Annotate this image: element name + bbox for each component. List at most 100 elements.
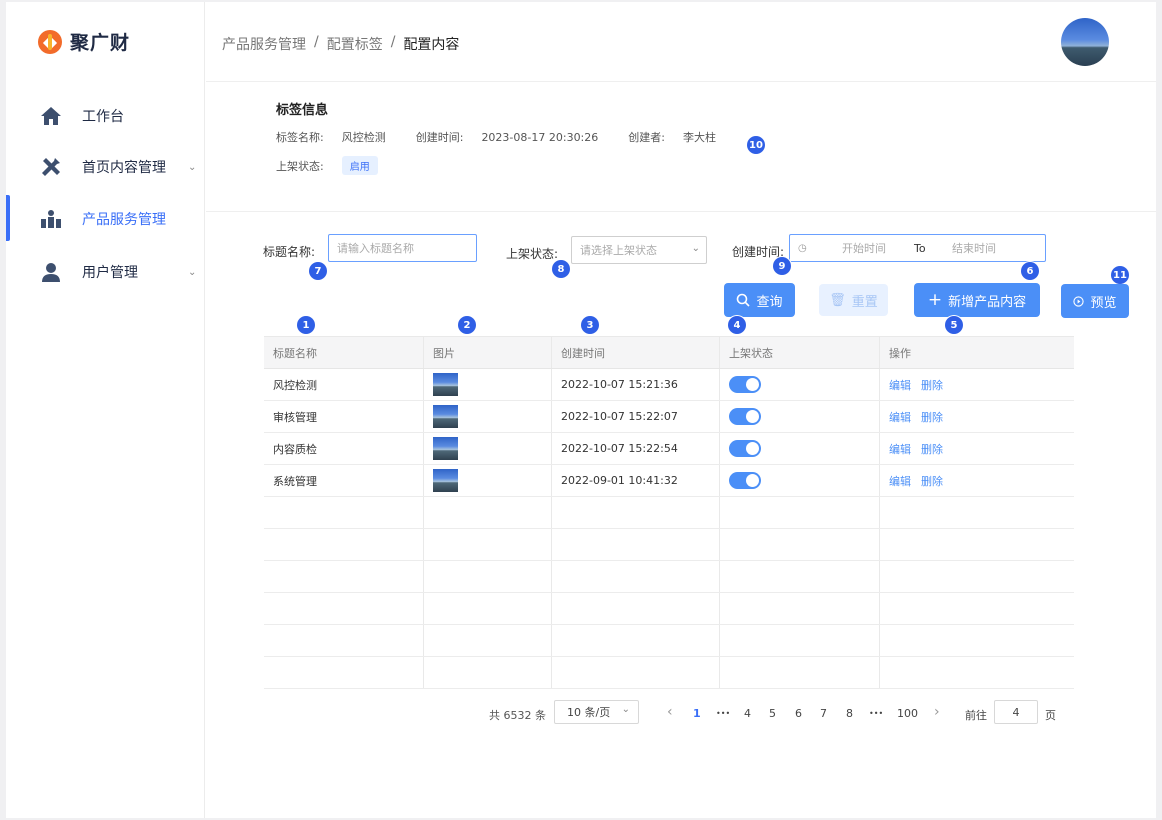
row-actions: 编辑 删除	[880, 401, 1074, 432]
tag-info-panel: 标签信息 标签名称: 风控检测 创建时间: 2023-08-17 20:30:2…	[206, 83, 1156, 212]
column-header-title: 标题名称	[264, 337, 424, 368]
column-header-status: 上架状态	[720, 337, 880, 368]
row-actions: 编辑 删除	[880, 465, 1074, 496]
search-icon	[737, 293, 751, 307]
page-6[interactable]: 6	[795, 707, 802, 720]
breadcrumb-item[interactable]: 产品服务管理	[222, 34, 306, 54]
status-badge: 启用	[341, 156, 378, 175]
empty-row	[264, 625, 1074, 657]
goto-label: 前往	[965, 709, 987, 722]
marker-4: 4	[728, 316, 746, 334]
breadcrumb-separator: /	[390, 34, 396, 50]
column-header-actions: 操作	[889, 346, 911, 360]
empty-row	[264, 657, 1074, 689]
status-toggle[interactable]	[729, 376, 761, 393]
thumbnail-image[interactable]	[433, 405, 458, 428]
page-size-select[interactable]: 10 条/页 ⌄	[554, 700, 639, 724]
page-8[interactable]: 8	[846, 707, 853, 720]
status-toggle[interactable]	[729, 440, 761, 457]
edit-link[interactable]: 编辑	[889, 409, 911, 425]
logo-icon	[38, 29, 62, 54]
status-toggle[interactable]	[729, 408, 761, 425]
sidebar-item-workbench[interactable]: 工作台	[6, 96, 205, 136]
page-7[interactable]: 7	[820, 707, 827, 720]
add-product-content-button[interactable]: + 新增产品内容	[914, 283, 1040, 317]
marker-3: 3	[581, 316, 599, 334]
edit-link[interactable]: 编辑	[889, 377, 911, 393]
marker-5: 5	[945, 316, 963, 334]
page-ellipsis[interactable]: •••	[716, 709, 730, 718]
creator-value: 李大柱	[682, 131, 716, 144]
page-4[interactable]: 4	[744, 707, 751, 720]
row-status	[720, 369, 880, 400]
sidebar-item-label: 首页内容管理	[82, 160, 166, 176]
edit-link[interactable]: 编辑	[889, 441, 911, 457]
row-image	[424, 369, 552, 400]
app-name: 聚广财	[70, 32, 131, 54]
goto-page-input[interactable]: 4	[994, 700, 1038, 724]
row-image	[424, 465, 552, 496]
prev-page-button[interactable]: ‹	[667, 704, 673, 720]
marker-7: 7	[309, 262, 327, 280]
page-100[interactable]: 100	[897, 707, 918, 720]
play-circle-icon	[1073, 295, 1085, 307]
pagination-total: 共 6532 条	[489, 709, 546, 722]
delete-link[interactable]: 删除	[921, 377, 943, 393]
row-title: 系统管理	[264, 465, 424, 496]
column-header-created: 创建时间	[552, 337, 720, 368]
marker-10: 10	[747, 136, 765, 154]
user-icon	[40, 261, 62, 283]
row-title: 风控检测	[264, 369, 424, 400]
preview-button[interactable]: 预览	[1061, 284, 1129, 318]
edit-link[interactable]: 编辑	[889, 473, 911, 489]
avatar[interactable]	[1061, 18, 1109, 66]
table-row: 审核管理 2022-10-07 15:22:07 编辑 删除	[264, 401, 1074, 433]
sidebar-item-label: 工作台	[82, 109, 124, 125]
empty-row	[264, 593, 1074, 625]
page-5[interactable]: 5	[769, 707, 776, 720]
tag-info-title: 标签信息	[276, 103, 329, 118]
sidebar-item-home-content[interactable]: 首页内容管理 ⌄	[6, 147, 205, 187]
page-ellipsis[interactable]: •••	[869, 709, 883, 718]
created-time-label: 创建时间:	[415, 131, 464, 144]
reset-button[interactable]: 🗑︎ 重置	[819, 284, 888, 316]
thumbnail-image[interactable]	[433, 373, 458, 396]
start-time-input[interactable]: 开始时间	[842, 240, 886, 256]
table-row: 内容质检 2022-10-07 15:22:54 编辑 删除	[264, 433, 1074, 465]
goto-unit: 页	[1045, 709, 1056, 722]
delete-link[interactable]: 删除	[921, 409, 943, 425]
title-search-input[interactable]: 请输入标题名称	[328, 234, 477, 262]
tools-icon	[40, 156, 62, 178]
date-range-picker[interactable]: ◷ 开始时间 To 结束时间	[789, 234, 1046, 262]
breadcrumb-item[interactable]: 配置标签	[327, 34, 383, 54]
row-image	[424, 401, 552, 432]
status-select[interactable]: 请选择上架状态 ⌄	[571, 236, 707, 264]
next-page-button[interactable]: ›	[934, 704, 940, 720]
chevron-down-icon: ⌄	[188, 161, 197, 173]
sidebar-item-product-service[interactable]: 产品服务管理	[6, 199, 205, 239]
query-button[interactable]: 查询	[724, 283, 795, 317]
row-image	[424, 433, 552, 464]
row-actions: 编辑 删除	[880, 369, 1074, 400]
delete-link[interactable]: 删除	[921, 441, 943, 457]
chevron-down-icon: ⌄	[621, 704, 630, 715]
empty-row	[264, 529, 1074, 561]
chevron-down-icon: ⌄	[691, 243, 700, 254]
page-1[interactable]: 1	[693, 707, 701, 720]
empty-row	[264, 561, 1074, 593]
tag-name-label: 标签名称:	[276, 131, 324, 144]
end-time-input[interactable]: 结束时间	[952, 240, 996, 256]
tag-status-row: 上架状态: 启用	[276, 156, 378, 175]
title-filter-label: 标题名称:	[263, 245, 316, 259]
thumbnail-image[interactable]	[433, 469, 458, 492]
thumbnail-image[interactable]	[433, 437, 458, 460]
query-button-label: 查询	[756, 294, 783, 310]
tag-name-value: 风控检测	[341, 131, 386, 144]
preview-button-label: 预览	[1090, 295, 1117, 311]
status-toggle[interactable]	[729, 472, 761, 489]
marker-8: 8	[552, 260, 570, 278]
row-created: 2022-09-01 10:41:32	[552, 465, 720, 496]
delete-link[interactable]: 删除	[921, 473, 943, 489]
sidebar-item-users[interactable]: 用户管理 ⌄	[6, 252, 205, 292]
topbar: 产品服务管理 / 配置标签 / 配置内容	[206, 2, 1156, 82]
